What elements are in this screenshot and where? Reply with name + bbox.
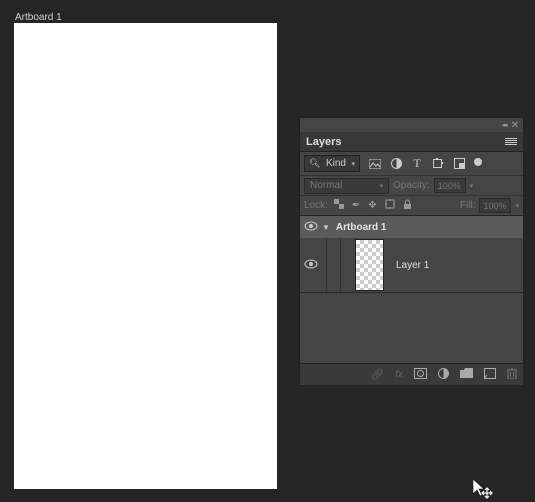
search-icon: 🔍︎ (309, 158, 320, 169)
lock-row: Lock: ✒︎ ✥ Fill: 100% ▾ (300, 196, 523, 216)
lock-position-icon[interactable]: ✥ (368, 200, 376, 211)
panel-title-bar: Layers (300, 132, 523, 152)
dropdown-caret-icon: ▾ (379, 182, 383, 190)
fill-caret-icon[interactable]: ▾ (515, 202, 519, 210)
artboard-row[interactable]: ▼ Artboard 1 (300, 216, 523, 238)
visibility-toggle-icon[interactable] (304, 259, 316, 272)
blend-mode-row: Normal ▾ Opacity: 100% ▾ (300, 176, 523, 196)
blend-mode-value: Normal (310, 180, 342, 191)
panel-title: Layers (306, 136, 341, 148)
layer-thumbnail[interactable] (355, 239, 384, 291)
filter-toggle-switch[interactable] (474, 158, 482, 166)
add-mask-icon[interactable] (414, 368, 427, 382)
lock-label: Lock: (304, 200, 328, 211)
new-layer-icon[interactable] (484, 368, 496, 382)
fill-field[interactable]: 100% (479, 198, 511, 213)
layer-name: Layer 1 (396, 260, 429, 271)
collapse-panel-icon[interactable]: ◂◂ (502, 121, 507, 129)
visibility-toggle-icon[interactable] (304, 221, 316, 234)
lock-all-icon[interactable] (403, 199, 412, 213)
fill-value: 100% (483, 201, 506, 211)
layers-panel-footer: 🔗︎ fx (300, 363, 523, 385)
lock-artboard-icon[interactable] (385, 199, 395, 212)
canvas-artboard[interactable] (14, 23, 277, 489)
close-panel-icon[interactable]: ✕ (511, 120, 519, 131)
layer-filter-row: 🔍︎ Kind ▾ T (300, 152, 523, 176)
layer-tree: ▼ Artboard 1 Layer 1 (300, 216, 523, 363)
dropdown-caret-icon: ▾ (351, 160, 355, 168)
lock-transparent-icon[interactable] (334, 199, 344, 212)
delete-layer-icon[interactable] (507, 368, 517, 382)
fill-label: Fill: (460, 200, 476, 211)
filter-pixel-icon[interactable] (369, 158, 381, 170)
filter-kind-label: Kind (326, 158, 346, 169)
filter-adjustment-icon[interactable] (390, 158, 402, 170)
layer-tree-empty (300, 292, 523, 362)
layers-panel: ◂◂ ✕ Layers 🔍︎ Kind ▾ T (299, 117, 524, 386)
layer-indent (326, 238, 341, 292)
panel-chrome: ◂◂ ✕ (300, 118, 523, 132)
artboard-label: Artboard 1 (15, 12, 62, 23)
new-group-icon[interactable] (460, 368, 473, 381)
opacity-value: 100% (438, 181, 461, 191)
disclosure-open-icon[interactable]: ▼ (322, 223, 330, 232)
opacity-label: Opacity: (393, 180, 430, 191)
filter-kind-dropdown[interactable]: 🔍︎ Kind ▾ (304, 155, 360, 172)
filter-smartobject-icon[interactable] (453, 158, 465, 170)
layer-fx-icon[interactable]: fx (395, 369, 403, 380)
opacity-caret-icon[interactable]: ▾ (470, 182, 474, 190)
panel-menu-button[interactable] (505, 138, 517, 145)
filter-shape-icon[interactable] (432, 158, 444, 170)
filter-type-icon[interactable]: T (411, 158, 423, 170)
blend-mode-dropdown[interactable]: Normal ▾ (304, 178, 389, 194)
link-layers-icon[interactable]: 🔗︎ (370, 368, 384, 381)
opacity-field[interactable]: 100% (434, 178, 466, 193)
cursor-pointer-move (473, 479, 495, 501)
lock-pixels-icon[interactable]: ✒︎ (352, 200, 360, 211)
layer-row[interactable]: Layer 1 (300, 238, 523, 292)
new-adjustment-icon[interactable] (438, 368, 449, 382)
artboard-name: Artboard 1 (336, 222, 387, 233)
